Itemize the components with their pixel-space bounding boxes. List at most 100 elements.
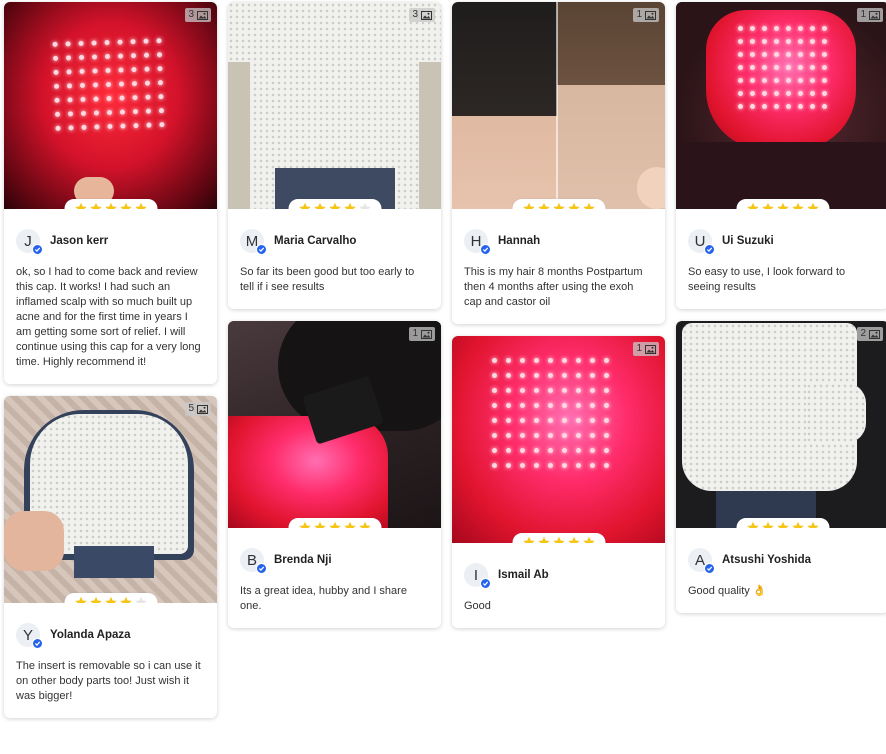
reviewer-name: Atsushi Yoshida [722, 554, 812, 566]
star-rating [736, 199, 829, 209]
image-icon [645, 10, 656, 20]
photo-count-badge: 5 [185, 402, 211, 416]
photo-count-badge: 1 [633, 342, 659, 356]
review-photo[interactable]: 3 [228, 2, 441, 209]
star-filled-icon [104, 202, 117, 209]
review-text: Its a great idea, hubby and I share one. [240, 585, 407, 612]
review-column-1: 3 J Jason kerr ok, so I had to come back… [4, 2, 218, 730]
reviewer-name: Yolanda Apaza [50, 629, 131, 641]
review-card[interactable]: 5 Y Yolanda Apaza The insert is removabl… [4, 396, 217, 718]
review-photo[interactable]: 2 [676, 321, 886, 528]
review-photo[interactable]: 1 [452, 2, 665, 209]
star-filled-icon [119, 202, 132, 209]
star-filled-icon [89, 596, 102, 603]
star-filled-icon [522, 536, 535, 543]
star-filled-icon [552, 536, 565, 543]
photo-count: 5 [188, 403, 194, 414]
image-icon [869, 10, 880, 20]
verified-icon [32, 638, 43, 649]
photo-count: 3 [412, 9, 418, 20]
star-filled-icon [328, 521, 341, 528]
star-rating [512, 199, 605, 209]
star-filled-icon [343, 202, 356, 209]
verified-icon [704, 244, 715, 255]
photo-count: 3 [188, 9, 194, 20]
review-photo[interactable]: 5 [4, 396, 217, 603]
review-text: So far its been good but too early to te… [240, 266, 415, 293]
photo-count: 1 [636, 343, 642, 354]
verified-icon [32, 244, 43, 255]
star-filled-icon [761, 202, 774, 209]
photo-count-badge: 1 [409, 327, 435, 341]
photo-count-badge: 1 [857, 8, 883, 22]
star-rating [288, 518, 381, 528]
reviewer-name: Ui Suzuki [722, 235, 774, 247]
review-card[interactable]: 1 B Brenda Nji Its a great idea, hubby a… [228, 321, 441, 628]
star-filled-icon [567, 202, 580, 209]
star-rating [288, 199, 381, 209]
reviewer-name: Jason kerr [50, 235, 109, 247]
photo-count-badge: 3 [409, 8, 435, 22]
star-filled-icon [74, 596, 87, 603]
image-icon [197, 404, 208, 414]
star-filled-icon [522, 202, 535, 209]
star-filled-icon [776, 521, 789, 528]
star-filled-icon [134, 202, 147, 209]
avatar: B [240, 548, 267, 574]
photo-count-badge: 1 [633, 8, 659, 22]
image-icon [421, 329, 432, 339]
review-card[interactable]: 3 J Jason kerr ok, so I had to come back… [4, 2, 217, 384]
star-filled-icon [791, 202, 804, 209]
verified-icon [480, 244, 491, 255]
star-filled-icon [537, 202, 550, 209]
photo-count: 2 [860, 328, 866, 339]
reviewer-name: Ismail Ab [498, 569, 549, 581]
star-filled-icon [806, 202, 819, 209]
review-card[interactable]: 1 I Ismail Ab Good [452, 336, 665, 628]
photo-count: 1 [860, 9, 866, 20]
star-filled-icon [119, 596, 132, 603]
star-filled-icon [552, 202, 565, 209]
review-card[interactable]: 1 U Ui Suzuki So easy to use, I look for… [676, 2, 886, 309]
star-filled-icon [567, 536, 580, 543]
review-photo[interactable]: 1 [228, 321, 441, 528]
review-column-3: 1 H Hannah This is my hair 8 months Post… [452, 2, 666, 640]
star-filled-icon [806, 521, 819, 528]
review-photo[interactable]: 1 [452, 336, 665, 543]
avatar-initial: I [473, 566, 479, 584]
review-column-4: 1 U Ui Suzuki So easy to use, I look for… [676, 2, 886, 625]
review-card[interactable]: 3 M Maria Carvalho So far its been good … [228, 2, 441, 309]
avatar-initial: J [24, 232, 32, 250]
review-text: Good quality 👌 [688, 585, 767, 597]
star-filled-icon [104, 596, 117, 603]
avatar: U [688, 229, 715, 255]
review-photo[interactable]: 1 [676, 2, 886, 209]
star-rating [64, 199, 157, 209]
star-empty-icon [134, 596, 147, 603]
star-filled-icon [298, 202, 311, 209]
image-icon [197, 10, 208, 20]
star-rating [736, 518, 829, 528]
star-filled-icon [328, 202, 341, 209]
star-filled-icon [791, 521, 804, 528]
star-filled-icon [761, 521, 774, 528]
verified-icon [704, 563, 715, 574]
avatar: J [16, 229, 43, 255]
avatar: M [240, 229, 267, 255]
verified-icon [256, 244, 267, 255]
verified-icon [256, 563, 267, 574]
reviewer-name: Brenda Nji [274, 554, 332, 566]
review-text: This is my hair 8 months Postpartum then… [464, 266, 643, 308]
review-card[interactable]: 1 H Hannah This is my hair 8 months Post… [452, 2, 665, 324]
review-text: So easy to use, I look forward to seeing… [688, 266, 846, 293]
star-rating [64, 593, 157, 603]
avatar: I [464, 563, 491, 589]
star-filled-icon [313, 202, 326, 209]
review-card[interactable]: 2 A Atsushi Yoshida Good quality 👌 [676, 321, 886, 613]
star-filled-icon [746, 202, 759, 209]
reviewer-name: Maria Carvalho [274, 235, 357, 247]
star-filled-icon [358, 521, 371, 528]
image-icon [421, 10, 432, 20]
review-text: The insert is removable so i can use it … [16, 660, 201, 702]
review-photo[interactable]: 3 [4, 2, 217, 209]
